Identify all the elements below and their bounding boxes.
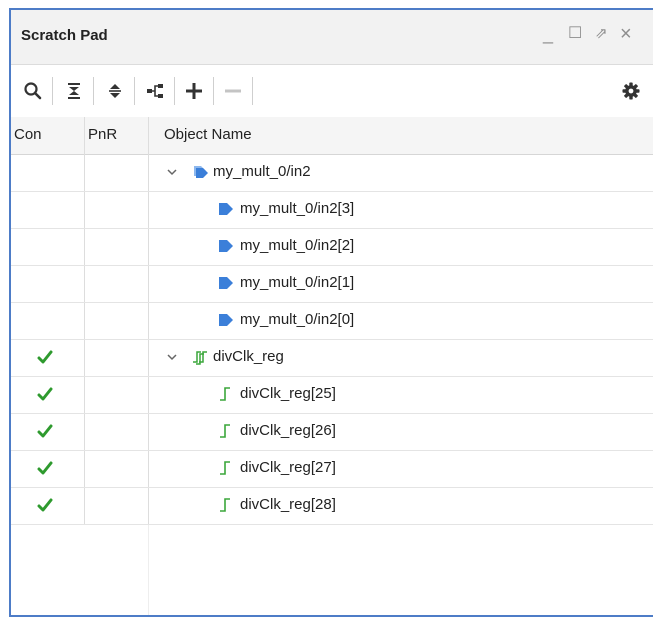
maximize-button[interactable]: ☐ <box>568 22 582 46</box>
check-icon <box>37 460 53 476</box>
object-name: divClk_reg[25] <box>240 385 336 402</box>
minimize-button[interactable]: _ <box>543 22 553 46</box>
register-icon <box>217 386 235 402</box>
settings-icon <box>622 82 640 100</box>
check-icon <box>37 423 53 439</box>
table-row[interactable]: my_mult_0/in2[3] <box>11 191 653 229</box>
restore-button[interactable]: ⇗ <box>595 22 608 46</box>
table-row[interactable]: my_mult_0/in2 <box>11 154 653 192</box>
register-icon <box>217 497 235 513</box>
close-button[interactable]: × <box>620 22 632 46</box>
register-bus-icon <box>192 349 210 365</box>
toolbar <box>11 65 653 118</box>
add-icon <box>186 83 202 99</box>
toolbar-separator <box>134 77 135 105</box>
check-icon <box>37 386 53 402</box>
object-name: divClk_reg[28] <box>240 496 336 513</box>
object-name: divClk_reg <box>213 348 284 365</box>
hierarchy-icon <box>147 84 163 98</box>
table-row[interactable]: my_mult_0/in2[1] <box>11 265 653 303</box>
collapse-all-button[interactable] <box>61 78 87 104</box>
column-divider <box>148 525 149 615</box>
scratch-pad-panel: Scratch Pad _ ☐ ⇗ × Con PnR Object Name … <box>9 8 653 617</box>
chevron-down-icon[interactable] <box>166 350 178 362</box>
table-header: Con PnR Object Name <box>11 117 653 155</box>
chevron-down-icon[interactable] <box>166 165 178 177</box>
expand-all-icon <box>109 84 121 98</box>
toolbar-separator <box>174 77 175 105</box>
toolbar-separator <box>252 77 253 105</box>
check-icon <box>37 497 53 513</box>
toolbar-separator <box>93 77 94 105</box>
column-header-pnr[interactable]: PnR <box>88 126 117 143</box>
settings-button[interactable] <box>618 78 644 104</box>
object-name: my_mult_0/in2[0] <box>240 311 355 328</box>
port-icon <box>217 238 235 254</box>
register-icon <box>217 460 235 476</box>
register-icon <box>217 423 235 439</box>
table-row[interactable]: divClk_reg[25] <box>11 376 653 414</box>
search-button[interactable] <box>20 78 46 104</box>
table-row[interactable]: my_mult_0/in2[2] <box>11 228 653 266</box>
expand-all-button[interactable] <box>102 78 128 104</box>
hierarchy-button[interactable] <box>142 78 168 104</box>
column-header-con[interactable]: Con <box>14 126 42 143</box>
table-row[interactable]: divClk_reg <box>11 339 653 377</box>
toolbar-separator <box>52 77 53 105</box>
toolbar-separator <box>213 77 214 105</box>
table-row[interactable]: divClk_reg[27] <box>11 450 653 488</box>
collapse-all-icon <box>68 83 80 99</box>
add-button[interactable] <box>181 78 207 104</box>
port-icon <box>217 201 235 217</box>
panel-title: Scratch Pad <box>21 27 108 44</box>
object-name: divClk_reg[26] <box>240 422 336 439</box>
object-name: my_mult_0/in2[1] <box>240 274 355 291</box>
check-icon <box>37 349 53 365</box>
remove-icon <box>225 89 241 93</box>
column-header-object-name[interactable]: Object Name <box>164 126 252 143</box>
search-icon <box>24 82 42 100</box>
panel-title-bar: Scratch Pad _ ☐ ⇗ × <box>11 10 653 65</box>
object-name: divClk_reg[27] <box>240 459 336 476</box>
table-row[interactable]: divClk_reg[26] <box>11 413 653 451</box>
port-bus-icon <box>192 164 210 180</box>
port-icon <box>217 275 235 291</box>
object-name: my_mult_0/in2[2] <box>240 237 355 254</box>
table-row[interactable]: my_mult_0/in2[0] <box>11 302 653 340</box>
object-name: my_mult_0/in2[3] <box>240 200 355 217</box>
remove-button[interactable] <box>220 78 246 104</box>
port-icon <box>217 312 235 328</box>
table-row[interactable]: divClk_reg[28] <box>11 487 653 525</box>
object-name: my_mult_0/in2 <box>213 163 311 180</box>
